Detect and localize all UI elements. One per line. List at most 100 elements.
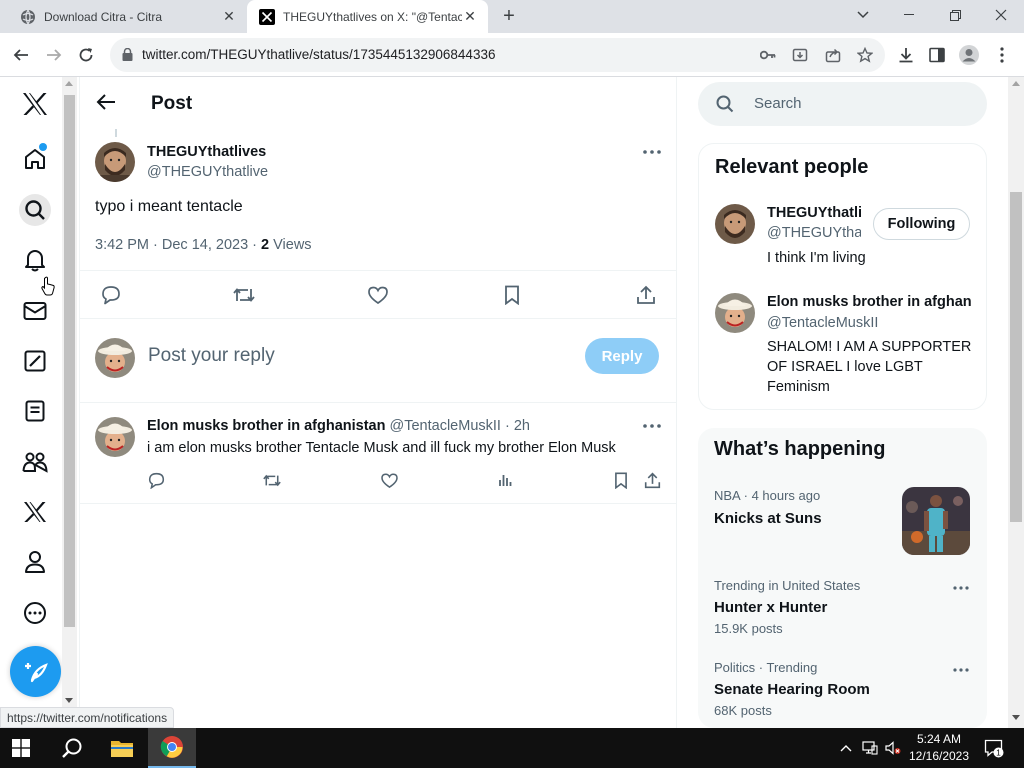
like-icon[interactable] xyxy=(367,284,389,306)
trend-title[interactable]: Hunter x Hunter xyxy=(714,599,827,616)
left-scrollbar[interactable] xyxy=(62,77,77,728)
search-box[interactable]: Search xyxy=(698,82,987,126)
grok-icon[interactable] xyxy=(19,345,51,377)
windows-start-icon[interactable] xyxy=(12,739,30,762)
profile-icon[interactable] xyxy=(19,546,51,578)
close-tab-icon[interactable]: ✕ xyxy=(462,8,478,25)
close-window-icon[interactable] xyxy=(978,0,1024,30)
x-logo-icon[interactable] xyxy=(19,88,51,120)
bookmark-icon[interactable] xyxy=(501,284,523,306)
search-icon[interactable] xyxy=(19,194,51,226)
back-arrow-icon[interactable] xyxy=(96,93,118,115)
trend-more-icon[interactable] xyxy=(951,660,971,680)
avatar-tentaclemusk[interactable] xyxy=(95,417,135,457)
reply-reply-icon[interactable] xyxy=(147,471,165,489)
reply-more-icon[interactable] xyxy=(642,416,662,436)
compose-post-button[interactable] xyxy=(10,646,61,697)
views-label: Views xyxy=(269,237,312,253)
communities-icon[interactable] xyxy=(19,446,51,478)
person-name[interactable]: Elon musks brother in afghanistan xyxy=(767,294,972,310)
new-tab-button[interactable]: + xyxy=(498,6,520,27)
taskbar-clock[interactable]: 5:24 AM 12/16/2023 xyxy=(900,731,978,765)
minimize-icon[interactable] xyxy=(886,0,932,30)
trend-more-icon[interactable] xyxy=(951,578,971,598)
scroll-up-arrow-icon[interactable] xyxy=(65,81,73,86)
person-handle[interactable]: @THEGUYthatlive xyxy=(767,225,861,241)
my-avatar[interactable] xyxy=(95,338,135,378)
post-timestamp[interactable]: 3:42 PM · Dec 14, 2023 · xyxy=(95,237,261,253)
notifications-icon[interactable] xyxy=(19,244,51,276)
downloads-icon[interactable] xyxy=(895,44,917,66)
key-icon[interactable] xyxy=(759,46,777,64)
repost-icon[interactable] xyxy=(233,284,255,306)
file-explorer-icon[interactable] xyxy=(98,728,146,768)
reply-share-icon[interactable] xyxy=(643,471,661,489)
side-panel-icon[interactable] xyxy=(926,44,948,66)
post-more-icon[interactable] xyxy=(642,142,662,162)
post-author-name[interactable]: THEGUYthatlives xyxy=(147,144,266,160)
reply-input[interactable]: Post your reply xyxy=(148,345,275,367)
reply-icon[interactable] xyxy=(100,284,122,306)
profile-avatar-icon[interactable] xyxy=(958,44,980,66)
tab-theguythatlives[interactable]: THEGUYthatlives on X: "@Tentacl ✕ xyxy=(247,0,488,33)
reply-author-handle[interactable]: @TentacleMuskII xyxy=(390,418,501,434)
chrome-menu-icon[interactable] xyxy=(991,44,1013,66)
reply-time[interactable]: · 2h xyxy=(501,418,530,434)
more-circle-icon[interactable] xyxy=(19,597,51,629)
news-image[interactable] xyxy=(902,487,970,555)
divider xyxy=(80,402,676,403)
reply-author-name[interactable]: Elon musks brother in afghanistan xyxy=(147,418,385,434)
volume-muted-icon[interactable] xyxy=(885,740,901,756)
avatar-tentaclemusk[interactable] xyxy=(715,293,755,333)
clock-time: 5:24 AM xyxy=(916,732,962,746)
person-handle[interactable]: @TentacleMuskII xyxy=(767,315,972,331)
avatar-theguythatlives[interactable] xyxy=(95,142,135,182)
relevant-people-panel: Relevant people THEGUYthatlives @THEGUYt… xyxy=(698,143,987,410)
reply-button[interactable]: Reply xyxy=(585,338,659,374)
left-navigation xyxy=(0,77,62,728)
address-bar[interactable]: twitter.com/THEGUYthatlive/status/173544… xyxy=(110,38,885,72)
whats-happening-panel: What’s happening NBA · 4 hours ago Knick… xyxy=(698,428,987,728)
trend-meta: Politics · Trending xyxy=(714,660,818,675)
tray-chevron-icon[interactable] xyxy=(838,740,854,756)
tab-strip: Download Citra - Citra ✕ THEGUYthatlives… xyxy=(0,0,1024,33)
action-center-icon[interactable]: 1 xyxy=(984,738,1004,758)
reply-bookmark-icon[interactable] xyxy=(612,471,630,489)
reply-repost-icon[interactable] xyxy=(263,471,281,489)
following-button[interactable]: Following xyxy=(873,208,970,240)
person-bio: SHALOM! I AM A SUPPORTER OF ISRAEL I lov… xyxy=(767,339,972,395)
reload-icon[interactable] xyxy=(71,40,101,70)
person-name[interactable]: THEGUYthatlives xyxy=(767,205,861,221)
chrome-taskbar-icon[interactable] xyxy=(148,728,196,768)
clock-date: 12/16/2023 xyxy=(908,749,970,763)
restore-icon[interactable] xyxy=(932,0,978,30)
lock-icon[interactable] xyxy=(122,47,133,66)
install-app-icon[interactable] xyxy=(791,46,809,64)
scroll-up-arrow-icon[interactable] xyxy=(1012,81,1020,86)
post-meta: 3:42 PM · Dec 14, 2023 · 2 Views xyxy=(95,237,312,253)
reply-like-icon[interactable] xyxy=(380,471,398,489)
scroll-down-arrow-icon[interactable] xyxy=(1012,715,1020,720)
tab-download-citra[interactable]: Download Citra - Citra ✕ xyxy=(0,0,247,33)
network-icon[interactable] xyxy=(862,740,878,756)
post-author-handle[interactable]: @THEGUYthatlive xyxy=(147,164,268,180)
close-tab-icon[interactable]: ✕ xyxy=(221,8,237,25)
tab-search-chevron-icon[interactable] xyxy=(840,0,886,30)
avatar-theguythatlives[interactable] xyxy=(715,204,755,244)
reply-views-icon[interactable] xyxy=(496,471,514,489)
taskbar-search-icon[interactable] xyxy=(48,728,96,768)
scroll-thumb[interactable] xyxy=(64,95,75,627)
trend-title[interactable]: Knicks at Suns xyxy=(714,510,822,527)
trend-title[interactable]: Senate Hearing Room xyxy=(714,681,870,698)
right-scrollbar[interactable] xyxy=(1008,77,1024,728)
scroll-down-arrow-icon[interactable] xyxy=(65,698,73,703)
forward-icon[interactable] xyxy=(39,40,69,70)
bookmark-star-icon[interactable] xyxy=(856,46,874,64)
back-icon[interactable] xyxy=(6,40,36,70)
share-icon[interactable] xyxy=(824,46,842,64)
lists-icon[interactable] xyxy=(19,395,51,427)
tab-title: THEGUYthatlives on X: "@Tentacl xyxy=(283,9,462,24)
scroll-thumb[interactable] xyxy=(1010,192,1022,522)
premium-x-icon[interactable] xyxy=(19,496,51,528)
share-post-icon[interactable] xyxy=(635,284,657,306)
